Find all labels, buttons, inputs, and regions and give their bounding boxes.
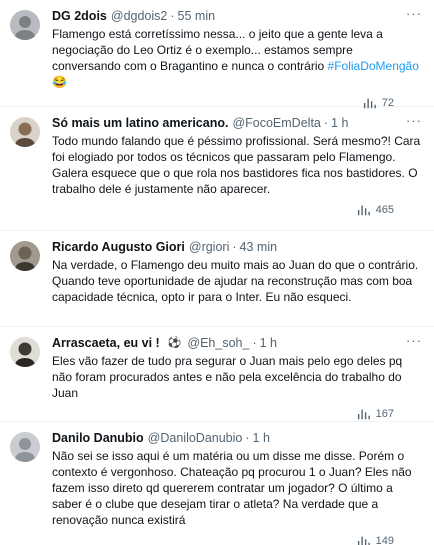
display-name[interactable]: Só mais um latino americano. bbox=[52, 115, 228, 131]
avatar-image bbox=[10, 432, 40, 462]
tweet-header: Danilo Danubio @DaniloDanubio · 1 h bbox=[52, 430, 424, 446]
display-name[interactable]: DG 2dois bbox=[52, 8, 107, 24]
views-button[interactable]: 167 bbox=[356, 407, 394, 421]
timestamp[interactable]: 1 h bbox=[253, 430, 270, 446]
avatar-image bbox=[10, 241, 40, 271]
avatar-image bbox=[10, 10, 40, 40]
reply-tweet[interactable]: ··· Arrascaeta, eu vi ! ⚽ @Eh_soh_ · 1 h… bbox=[0, 327, 434, 422]
tweet-header: Arrascaeta, eu vi ! ⚽ @Eh_soh_ · 1 h bbox=[52, 335, 424, 351]
views-chart-icon bbox=[357, 536, 370, 545]
display-name[interactable]: Danilo Danubio bbox=[52, 430, 144, 446]
timestamp[interactable]: 55 min bbox=[178, 8, 216, 24]
user-handle[interactable]: @Eh_soh_ bbox=[187, 335, 249, 351]
tweet-header: DG 2dois @dgdois2 · 55 min bbox=[52, 8, 424, 24]
tweet-text: Todo mundo falando que é péssimo profiss… bbox=[52, 134, 421, 196]
display-name[interactable]: Ricardo Augusto Giori bbox=[52, 239, 185, 255]
more-options-icon[interactable]: ··· bbox=[406, 333, 422, 348]
avatar[interactable] bbox=[10, 432, 40, 462]
reply-feed: ··· DG 2dois @dgdois2 · 55 min Flamengo … bbox=[0, 0, 434, 545]
avatar-image bbox=[10, 337, 40, 367]
separator-dot: · bbox=[170, 9, 175, 23]
tweet-text: Na verdade, o Flamengo deu muito mais ao… bbox=[52, 258, 419, 304]
avatar-image bbox=[10, 117, 40, 147]
reply-tweet[interactable]: Danilo Danubio @DaniloDanubio · 1 h Não … bbox=[0, 422, 434, 545]
tweet-header: Ricardo Augusto Giori @rgiori · 43 min bbox=[52, 239, 424, 255]
user-handle[interactable]: @rgiori bbox=[189, 239, 229, 255]
views-count: 167 bbox=[375, 408, 394, 420]
views-count: 149 bbox=[375, 535, 394, 545]
separator-dot: · bbox=[323, 116, 329, 130]
user-handle[interactable]: @FocoEmDelta bbox=[232, 115, 320, 131]
display-name[interactable]: Arrascaeta, eu vi ! bbox=[52, 335, 160, 351]
timestamp[interactable]: 1 h bbox=[260, 335, 277, 351]
separator-dot: · bbox=[232, 240, 237, 254]
avatar[interactable] bbox=[10, 10, 40, 40]
reply-tweet[interactable]: ··· Só mais um latino americano. @FocoEm… bbox=[0, 107, 434, 231]
separator-dot: · bbox=[245, 431, 250, 445]
hashtag-link[interactable]: #FoliaDoMengão bbox=[328, 59, 419, 73]
timestamp[interactable]: 43 min bbox=[240, 239, 278, 255]
views-button[interactable]: 465 bbox=[356, 203, 394, 217]
tweet-text: Não sei se isso aqui é um matéria ou um … bbox=[52, 449, 412, 527]
more-options-icon[interactable]: ··· bbox=[406, 113, 422, 128]
laughing-emoji: 😂 bbox=[52, 75, 67, 89]
views-count: 465 bbox=[375, 204, 394, 216]
tweet-header: Só mais um latino americano. @FocoEmDelt… bbox=[52, 115, 424, 131]
tweet-actions: 149 bbox=[52, 528, 424, 545]
avatar[interactable] bbox=[10, 337, 40, 367]
name-emoji-icon: ⚽ bbox=[167, 337, 182, 349]
reply-tweet[interactable]: Ricardo Augusto Giori @rgiori · 43 min N… bbox=[0, 231, 434, 327]
user-handle[interactable]: @DaniloDanubio bbox=[148, 430, 243, 446]
timestamp[interactable]: 1 h bbox=[331, 115, 348, 131]
avatar[interactable] bbox=[10, 241, 40, 271]
views-chart-icon bbox=[357, 205, 370, 216]
tweet-text: Flamengo está corretíssimo nessa... o je… bbox=[52, 26, 424, 90]
reply-tweet[interactable]: ··· DG 2dois @dgdois2 · 55 min Flamengo … bbox=[0, 0, 434, 109]
avatar[interactable] bbox=[10, 117, 40, 147]
views-chart-icon bbox=[357, 409, 370, 420]
user-handle[interactable]: @dgdois2 bbox=[111, 8, 167, 24]
more-options-icon[interactable]: ··· bbox=[406, 6, 422, 21]
views-button[interactable]: 149 bbox=[356, 534, 394, 545]
tweet-text: Eles vão fazer de tudo pra segurar o Jua… bbox=[52, 354, 403, 400]
separator-dot: · bbox=[252, 336, 257, 350]
tweet-actions: 465 bbox=[52, 197, 424, 223]
